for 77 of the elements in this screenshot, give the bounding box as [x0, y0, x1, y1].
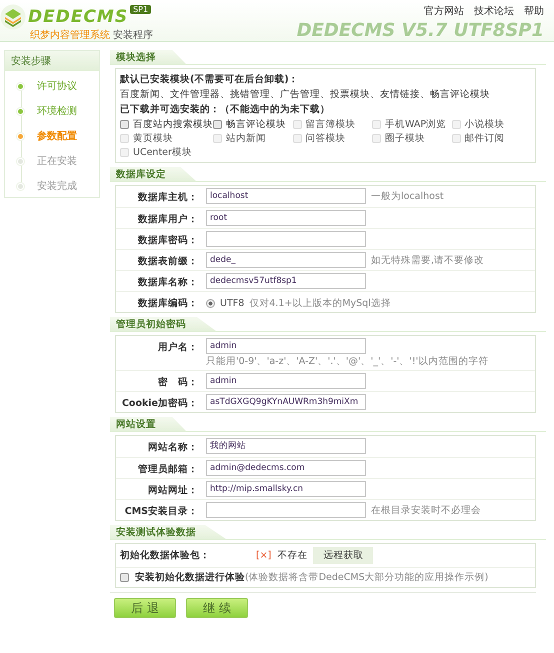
checkbox[interactable] [120, 120, 129, 129]
nav-link[interactable]: 技术论坛 [474, 4, 514, 18]
input-field[interactable]: admin@dedecms.com [206, 460, 366, 476]
product-name: 织梦内容管理系统 [30, 28, 110, 42]
nav-button[interactable]: 继 续 [186, 598, 248, 618]
install-note: (体验数据将含带DedeCMS大部分功能的应用操作示例) [245, 571, 488, 584]
module-label: UCenter模块 [133, 146, 192, 159]
field-label: 数据库用户： [136, 212, 198, 226]
optional-modules-heading: 已下载并可选安装的：（不能选中的为未下载） [120, 103, 331, 116]
step-label: 许可协议 [37, 80, 77, 93]
field-hint: 如无特殊需要,请不要修改 [371, 254, 484, 266]
module-label: 邮件订阅 [464, 132, 504, 145]
input-field[interactable]: dedecmsv57utf8sp1 [206, 273, 366, 289]
field-label: 数据库编码： [136, 296, 198, 310]
field-label: CMS安装目录： [124, 504, 198, 518]
field-hint: 一般为localhost [371, 190, 444, 202]
step-label: 参数配置 [37, 130, 77, 143]
field-label: 网站网址： [147, 484, 198, 497]
field-label: 数据库密码： [136, 234, 198, 247]
field-label: 数据库主机： [136, 190, 198, 204]
field-label: 管理员邮箱： [137, 463, 198, 476]
version-badge: SP1 [130, 5, 152, 14]
field-label: 数据表前缀： [136, 255, 198, 268]
step-label: 安装完成 [37, 180, 77, 193]
step-label: 环境检测 [37, 104, 77, 118]
module-label: 手机WAP浏览 [385, 118, 446, 131]
checkbox[interactable] [213, 120, 222, 129]
nav-link[interactable]: 官方网站 [424, 4, 464, 18]
field-label: 密 码： [157, 376, 198, 389]
input-field[interactable] [206, 231, 366, 247]
module-label: 百度站内搜索模块 [133, 118, 213, 131]
field-label: Cookie加密码： [120, 396, 198, 410]
section-title: 管理员初始密码 [110, 317, 216, 331]
panel-title: 安装步骤 [5, 51, 99, 71]
field-label: 数据库名称： [136, 276, 198, 289]
module-label: 畅言评论模块 [226, 118, 286, 131]
install-label: 安装初始化数据进行体验 [135, 571, 245, 584]
radio-label: UTF8 [220, 298, 244, 309]
input-field[interactable]: admin [206, 373, 366, 389]
step-label: 正在安装 [37, 154, 77, 168]
status-mark: [×] [256, 550, 272, 561]
input-field[interactable]: 我的网站 [206, 438, 366, 454]
logo-text: DEDECMS [28, 7, 128, 27]
module-label: 留言簿模块 [306, 118, 356, 131]
field-hint: 只能用'0-9'、'a-z'、'A-Z'、'.'、'@'、'_'、'-'、'!'以内范围的字符 [206, 355, 488, 368]
input-field[interactable]: localhost [206, 188, 366, 204]
radio-button[interactable] [206, 299, 215, 308]
package-label: 初始化数据体验包： [120, 549, 210, 562]
checkbox[interactable] [120, 573, 129, 582]
section-title: 数据库设定 [110, 167, 196, 181]
input-field[interactable]: asTdGXGQ9gKYnAUWRm3h9miXm [206, 394, 366, 410]
nav-link[interactable]: 帮助 [524, 4, 544, 18]
module-label: 小说模块 [464, 118, 504, 131]
input-field[interactable]: root [206, 210, 366, 226]
default-modules-heading: 默认已安装模块(不需要可在后台卸载)： [120, 73, 300, 86]
input-field[interactable]: dede_ [206, 252, 366, 268]
package-status: 不存在 [277, 549, 308, 562]
module-label: 问答模块 [306, 132, 346, 145]
section-title: 模块选择 [110, 50, 186, 64]
section-title: 网站设置 [110, 417, 186, 431]
module-label: 站内新闻 [226, 132, 266, 145]
field-hint: 在根目录安装时不必理会 [371, 504, 481, 516]
section-title: 安装测试体验数据 [110, 525, 226, 539]
module-label: 黄页模块 [133, 132, 173, 145]
logo-icon [0, 4, 26, 30]
module-label: 圈子模块 [385, 132, 425, 145]
input-field[interactable]: http://mip.smallsky.cn [206, 481, 366, 497]
subtitle: 安装程序 [113, 28, 153, 42]
input-field[interactable] [206, 502, 366, 518]
field-label: 用户名： [157, 340, 198, 354]
version-watermark: DEDECMS V5.7 UTF8SP1 [296, 20, 544, 41]
default-modules-list: 百度新闻、文件管理器、挑错管理、广告管理、投票模块、友情链接、畅言评论模块 [120, 88, 531, 101]
input-field[interactable]: admin [206, 338, 366, 354]
nav-button[interactable]: 后 退 [114, 598, 176, 618]
fetch-button[interactable]: 远程获取 [313, 547, 374, 564]
field-label: 网站名称： [147, 441, 198, 454]
field-hint: 仅对4.1+以上版本的MySql选择 [249, 297, 391, 310]
